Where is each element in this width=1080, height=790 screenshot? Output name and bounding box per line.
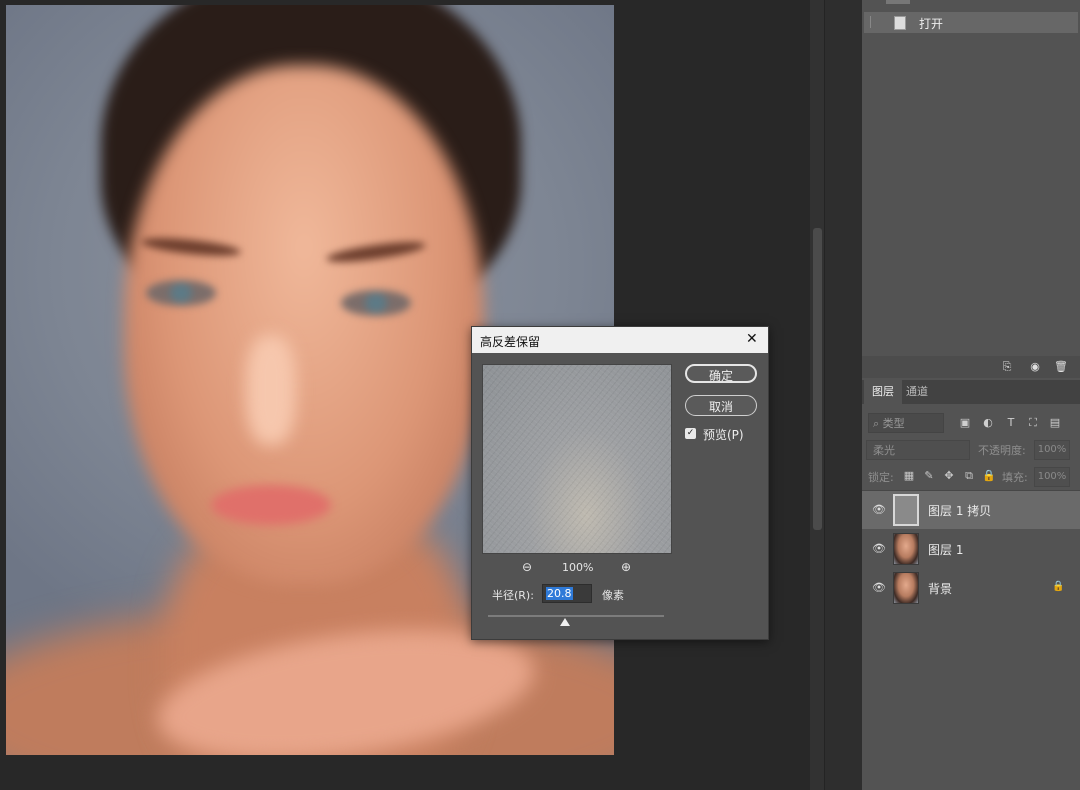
ok-button[interactable]: 确定 bbox=[685, 364, 757, 383]
zoom-in-icon[interactable]: ⊕ bbox=[618, 559, 634, 575]
tab-channels[interactable]: 通道 bbox=[898, 380, 936, 404]
lock-icon: 🔒 bbox=[1052, 581, 1065, 592]
lock-label: 锁定: bbox=[868, 471, 894, 484]
eye-icon[interactable]: 👁 bbox=[872, 542, 886, 556]
layer-filter-placeholder: 类型 bbox=[882, 417, 905, 430]
new-document-from-state-icon[interactable]: ⎘ bbox=[1000, 360, 1014, 373]
photo-left-eye bbox=[146, 280, 216, 306]
camera-icon[interactable]: ◉ bbox=[1028, 360, 1042, 373]
layer-filter-input[interactable]: ⌕ 类型 bbox=[868, 413, 944, 433]
document-icon bbox=[894, 16, 906, 30]
dialog-title: 高反差保留 bbox=[480, 335, 541, 349]
canvas-scrollbar-thumb[interactable] bbox=[813, 228, 822, 530]
radius-label: 半径(R): bbox=[492, 589, 534, 602]
smart-object-filter-icon[interactable]: ▤ bbox=[1048, 416, 1062, 430]
tab-layers[interactable]: 图层 bbox=[864, 380, 902, 404]
blend-mode-select[interactable]: 柔光 bbox=[866, 440, 970, 460]
high-pass-dialog: 高反差保留 ✕ ⊖ 100% ⊕ 确定 取消 ✓ 预览(P) 半径(R): 20… bbox=[471, 326, 769, 640]
preview-checkbox[interactable]: ✓ bbox=[685, 428, 696, 439]
panel-dock-strip bbox=[824, 0, 863, 790]
close-icon[interactable]: ✕ bbox=[746, 331, 758, 347]
lock-row: 锁定: ▦ ✎ ✥ ⧉ 🔒 填充: 100% bbox=[862, 467, 1080, 487]
layer-filter-row: ⌕ 类型 ▣ ◐ T ⛶ ▤ bbox=[866, 413, 1080, 435]
history-item-open[interactable]: 打开 bbox=[864, 12, 1078, 33]
lock-all-icon[interactable]: 🔒 bbox=[982, 469, 996, 483]
lock-artboard-icon[interactable]: ⧉ bbox=[962, 469, 976, 483]
radius-value: 20.8 bbox=[546, 587, 573, 600]
layer-thumbnail bbox=[893, 533, 919, 565]
opacity-label: 不透明度: bbox=[978, 444, 1026, 457]
filter-preview[interactable] bbox=[482, 364, 672, 554]
eye-icon[interactable]: 👁 bbox=[872, 581, 886, 595]
trash-icon[interactable]: 🗑 bbox=[1054, 360, 1068, 373]
lock-position-icon[interactable]: ✥ bbox=[942, 469, 956, 483]
dialog-titlebar[interactable]: 高反差保留 ✕ bbox=[472, 327, 768, 353]
type-filter-icon[interactable]: T bbox=[1004, 416, 1018, 430]
history-source-toggle[interactable] bbox=[870, 16, 881, 28]
eye-icon[interactable]: 👁 bbox=[872, 503, 886, 517]
radius-slider-track[interactable] bbox=[488, 615, 664, 617]
fill-label: 填充: bbox=[1002, 471, 1028, 484]
photo-right-eye bbox=[341, 290, 411, 316]
unit-label: 像素 bbox=[602, 589, 624, 602]
layer-name: 图层 1 拷贝 bbox=[928, 504, 992, 518]
image-filter-icon[interactable]: ▣ bbox=[958, 416, 972, 430]
layer-thumbnail bbox=[893, 494, 919, 526]
fill-input[interactable]: 100% bbox=[1034, 467, 1070, 487]
radius-slider-thumb[interactable] bbox=[560, 618, 570, 626]
layers-panel: 图层 通道 ⌕ 类型 ▣ ◐ T ⛶ ▤ 柔光 不透明度: 100% 锁定: ▦… bbox=[862, 380, 1080, 790]
history-footer: ⎘ ◉ 🗑 bbox=[862, 356, 1080, 378]
layer-row-copy[interactable]: 👁 图层 1 拷贝 bbox=[862, 491, 1080, 529]
zoom-level: 100% bbox=[562, 561, 594, 574]
layer-name: 背景 bbox=[928, 582, 953, 596]
layer-name: 图层 1 bbox=[928, 543, 964, 557]
photo-lips bbox=[211, 485, 331, 525]
radius-input[interactable]: 20.8 bbox=[542, 584, 592, 603]
right-panel-dock: 打开 ⎘ ◉ 🗑 图层 通道 ⌕ 类型 ▣ ◐ T ⛶ ▤ 柔光 不透明度: 1… bbox=[862, 0, 1080, 790]
lock-brush-icon[interactable]: ✎ bbox=[922, 469, 936, 483]
history-item-label: 打开 bbox=[919, 17, 944, 31]
layers-tabbar: 图层 通道 bbox=[862, 380, 1080, 404]
shape-filter-icon[interactable]: ⛶ bbox=[1026, 416, 1040, 430]
blend-row: 柔光 不透明度: 100% bbox=[862, 440, 1080, 462]
opacity-input[interactable]: 100% bbox=[1034, 440, 1070, 460]
layer-row-layer1[interactable]: 👁 图层 1 bbox=[862, 530, 1080, 568]
cancel-button[interactable]: 取消 bbox=[685, 395, 757, 416]
photo-nose bbox=[246, 335, 296, 445]
preview-label[interactable]: 预览(P) bbox=[703, 426, 744, 443]
layer-row-background[interactable]: 👁 背景 🔒 bbox=[862, 569, 1080, 607]
layer-thumbnail bbox=[893, 572, 919, 604]
adjustment-filter-icon[interactable]: ◐ bbox=[981, 416, 995, 430]
zoom-out-icon[interactable]: ⊖ bbox=[519, 559, 535, 575]
history-snapshot-tab[interactable] bbox=[886, 0, 910, 4]
lock-transparent-icon[interactable]: ▦ bbox=[902, 469, 916, 483]
history-panel: 打开 ⎘ ◉ 🗑 bbox=[862, 0, 1080, 378]
